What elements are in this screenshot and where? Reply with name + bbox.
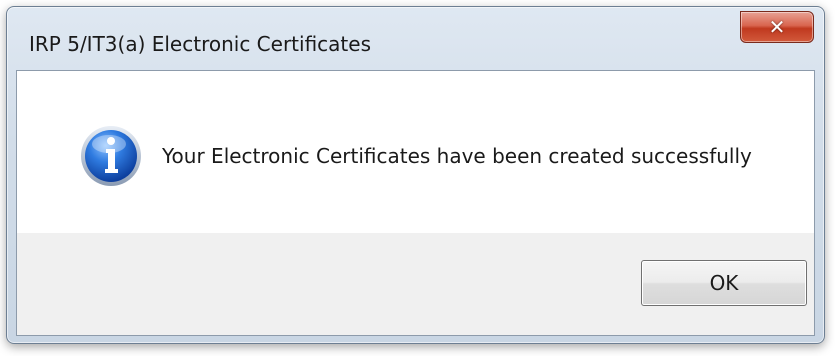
message-area: Your Electronic Certificates have been c… — [17, 71, 814, 233]
window-title: IRP 5/IT3(a) Electronic Certificates — [29, 32, 371, 56]
message-text: Your Electronic Certificates have been c… — [162, 144, 752, 168]
message-dialog: IRP 5/IT3(a) Electronic Certificates ✕ Y… — [6, 6, 825, 344]
ok-button[interactable]: OK — [641, 260, 807, 306]
dialog-body: Your Electronic Certificates have been c… — [16, 70, 815, 336]
close-button[interactable]: ✕ — [740, 11, 814, 43]
close-icon: ✕ — [768, 15, 786, 39]
info-icon — [81, 126, 141, 186]
button-area: OK — [17, 233, 814, 335]
title-bar[interactable]: IRP 5/IT3(a) Electronic Certificates ✕ — [7, 7, 824, 69]
